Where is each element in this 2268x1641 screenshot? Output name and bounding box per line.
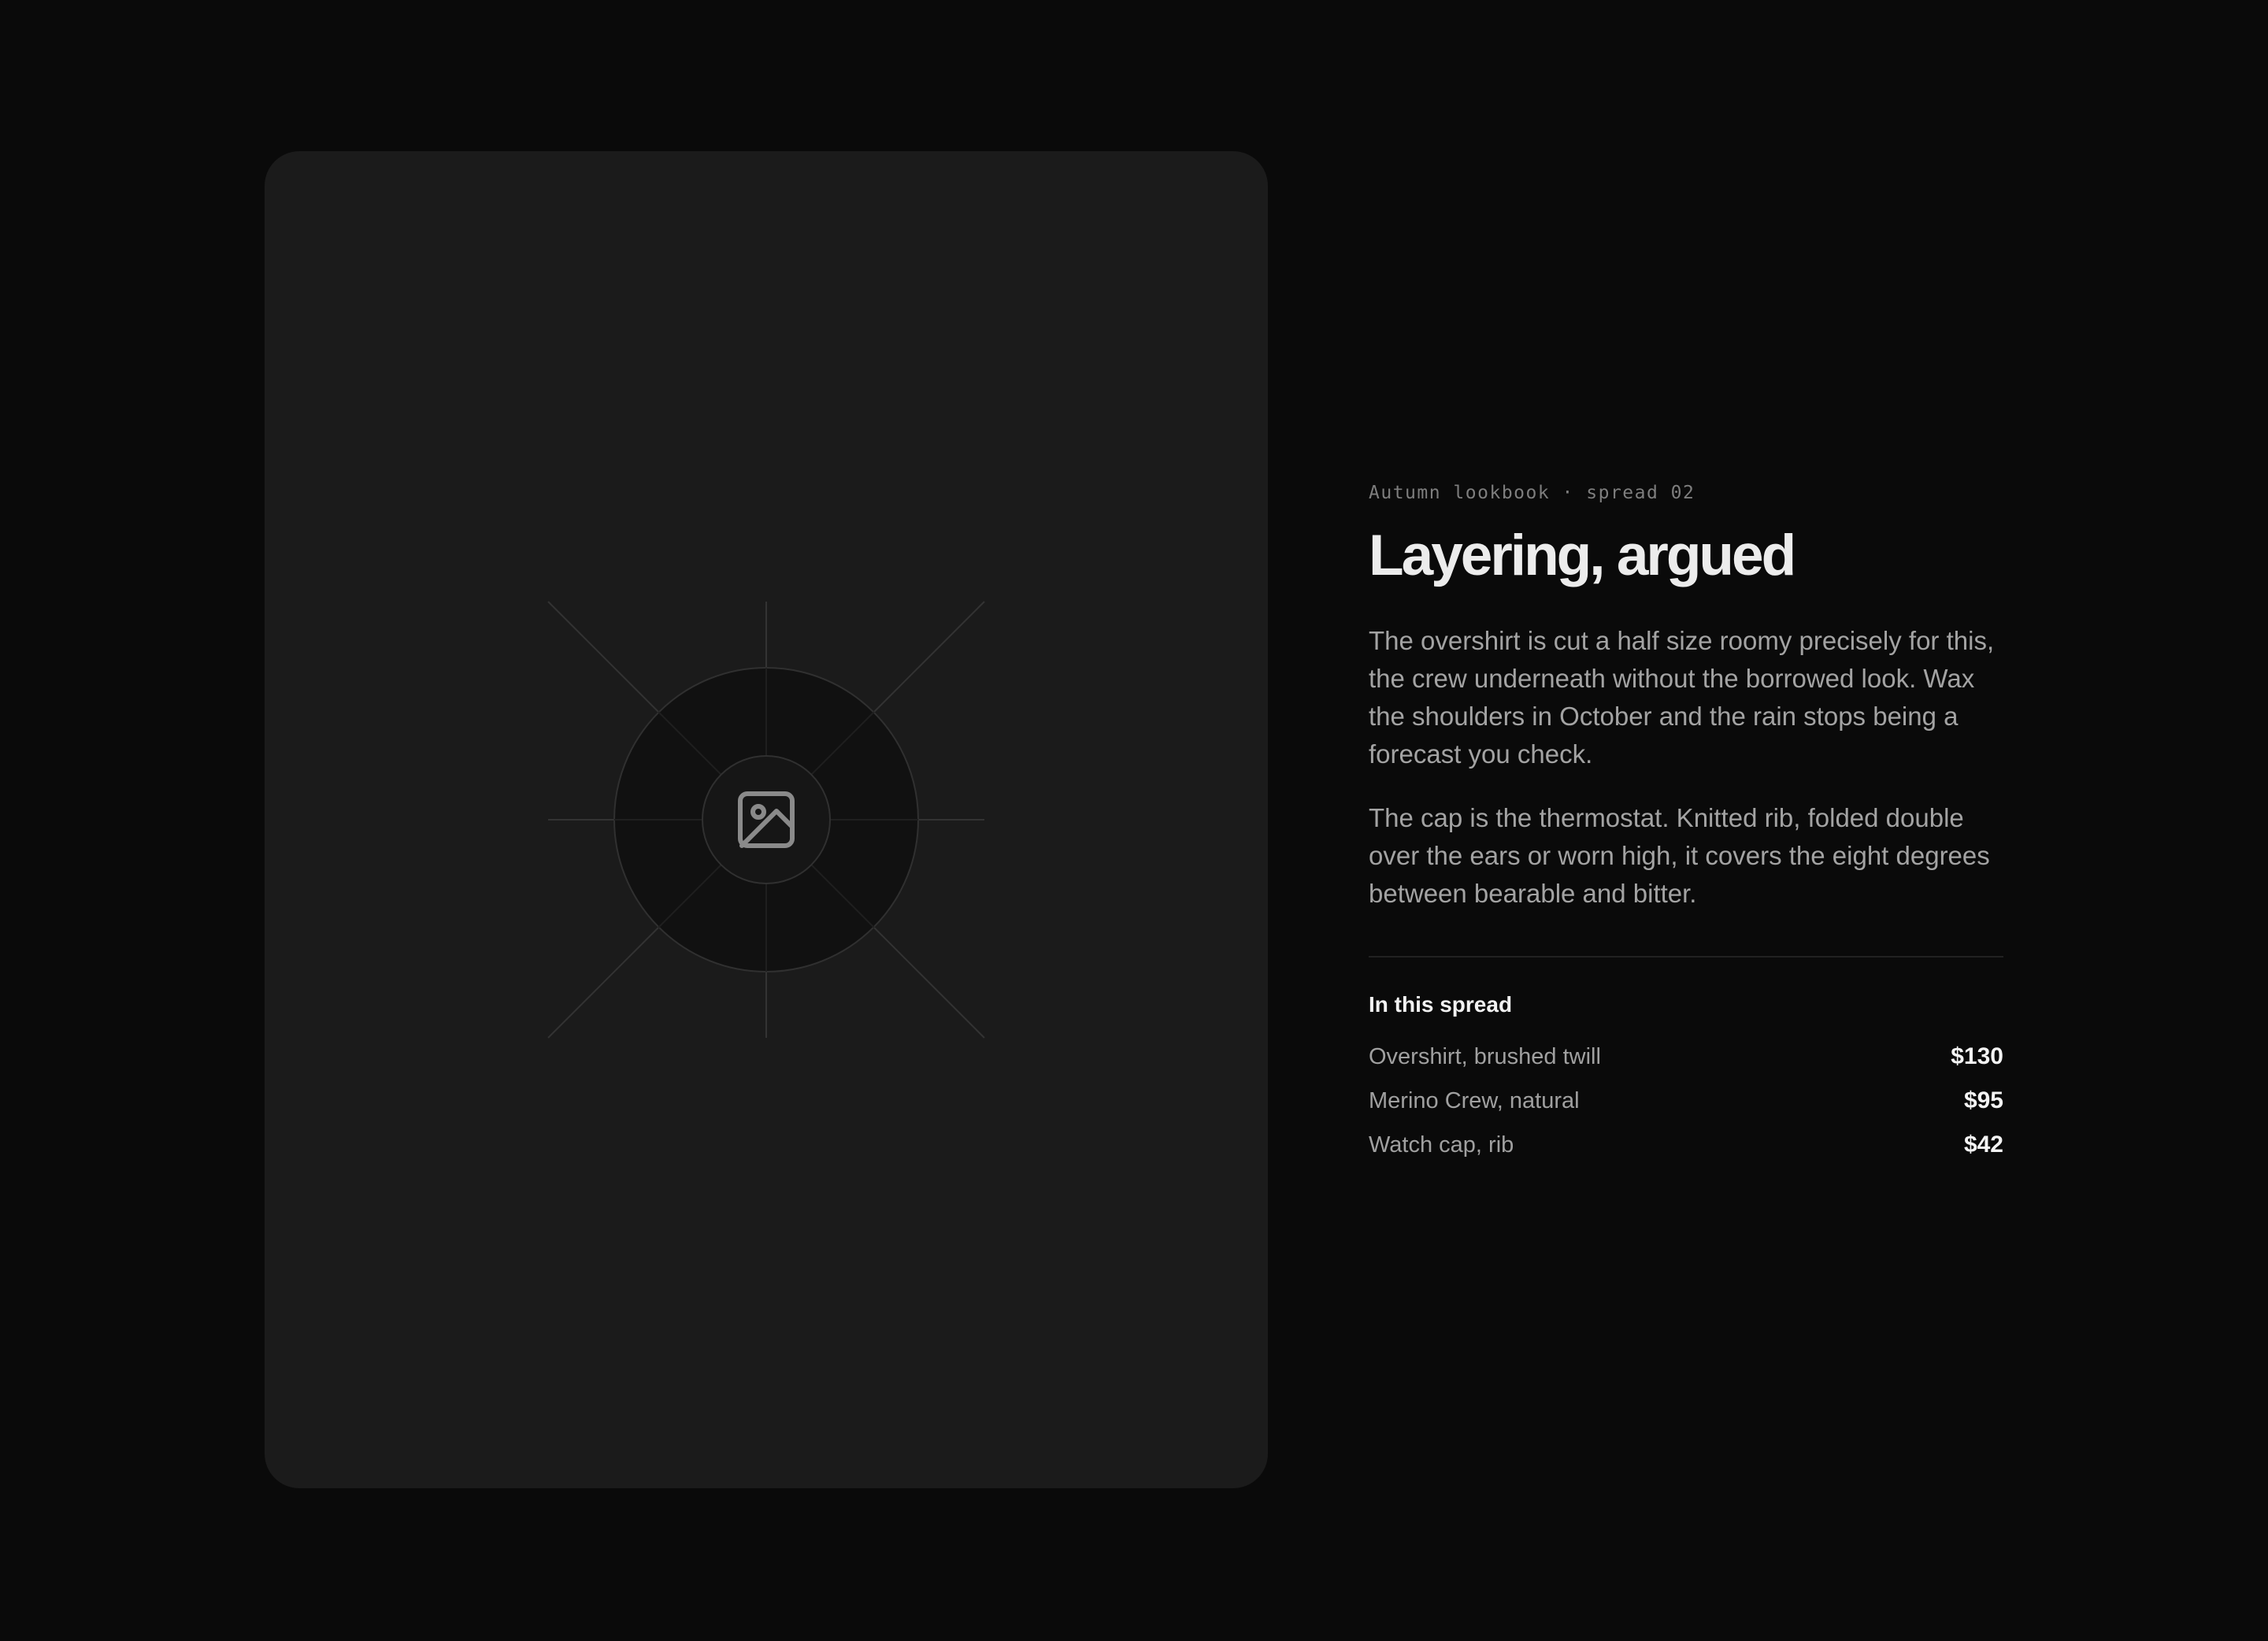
lookbook-image-placeholder [265,151,1268,1488]
spread-eyebrow: Autumn lookbook · spread 02 [1369,483,1695,503]
list-item: Overshirt, brushed twill $130 [1369,1035,2003,1079]
item-price: $42 [1963,1132,2003,1158]
item-price: $95 [1963,1087,2003,1113]
item-name: Merino Crew, natural [1369,1087,1580,1113]
list-item: Merino Crew, natural $95 [1369,1079,2003,1123]
list-item: Watch cap, rib $42 [1369,1123,2003,1167]
spread-item-list: Overshirt, brushed twill $130 Merino Cre… [1369,1035,2003,1167]
item-name: Watch cap, rib [1369,1132,1514,1158]
item-name: Overshirt, brushed twill [1369,1043,1601,1069]
spread-paragraph-2: The cap is the thermostat. Knitted rib, … [1369,803,1990,908]
image-placeholder-graphic [547,601,985,1039]
spread-paragraph-1: The overshirt is cut a half size roomy p… [1369,626,1995,769]
item-price: $130 [1951,1043,2003,1069]
section-divider [1369,956,2003,958]
spread-details: Autumn lookbook · spread 02 Layering, ar… [1369,479,2003,1167]
in-this-spread-heading: In this spread [1369,992,1513,1017]
spread-title: Layering, argued [1369,524,1796,587]
